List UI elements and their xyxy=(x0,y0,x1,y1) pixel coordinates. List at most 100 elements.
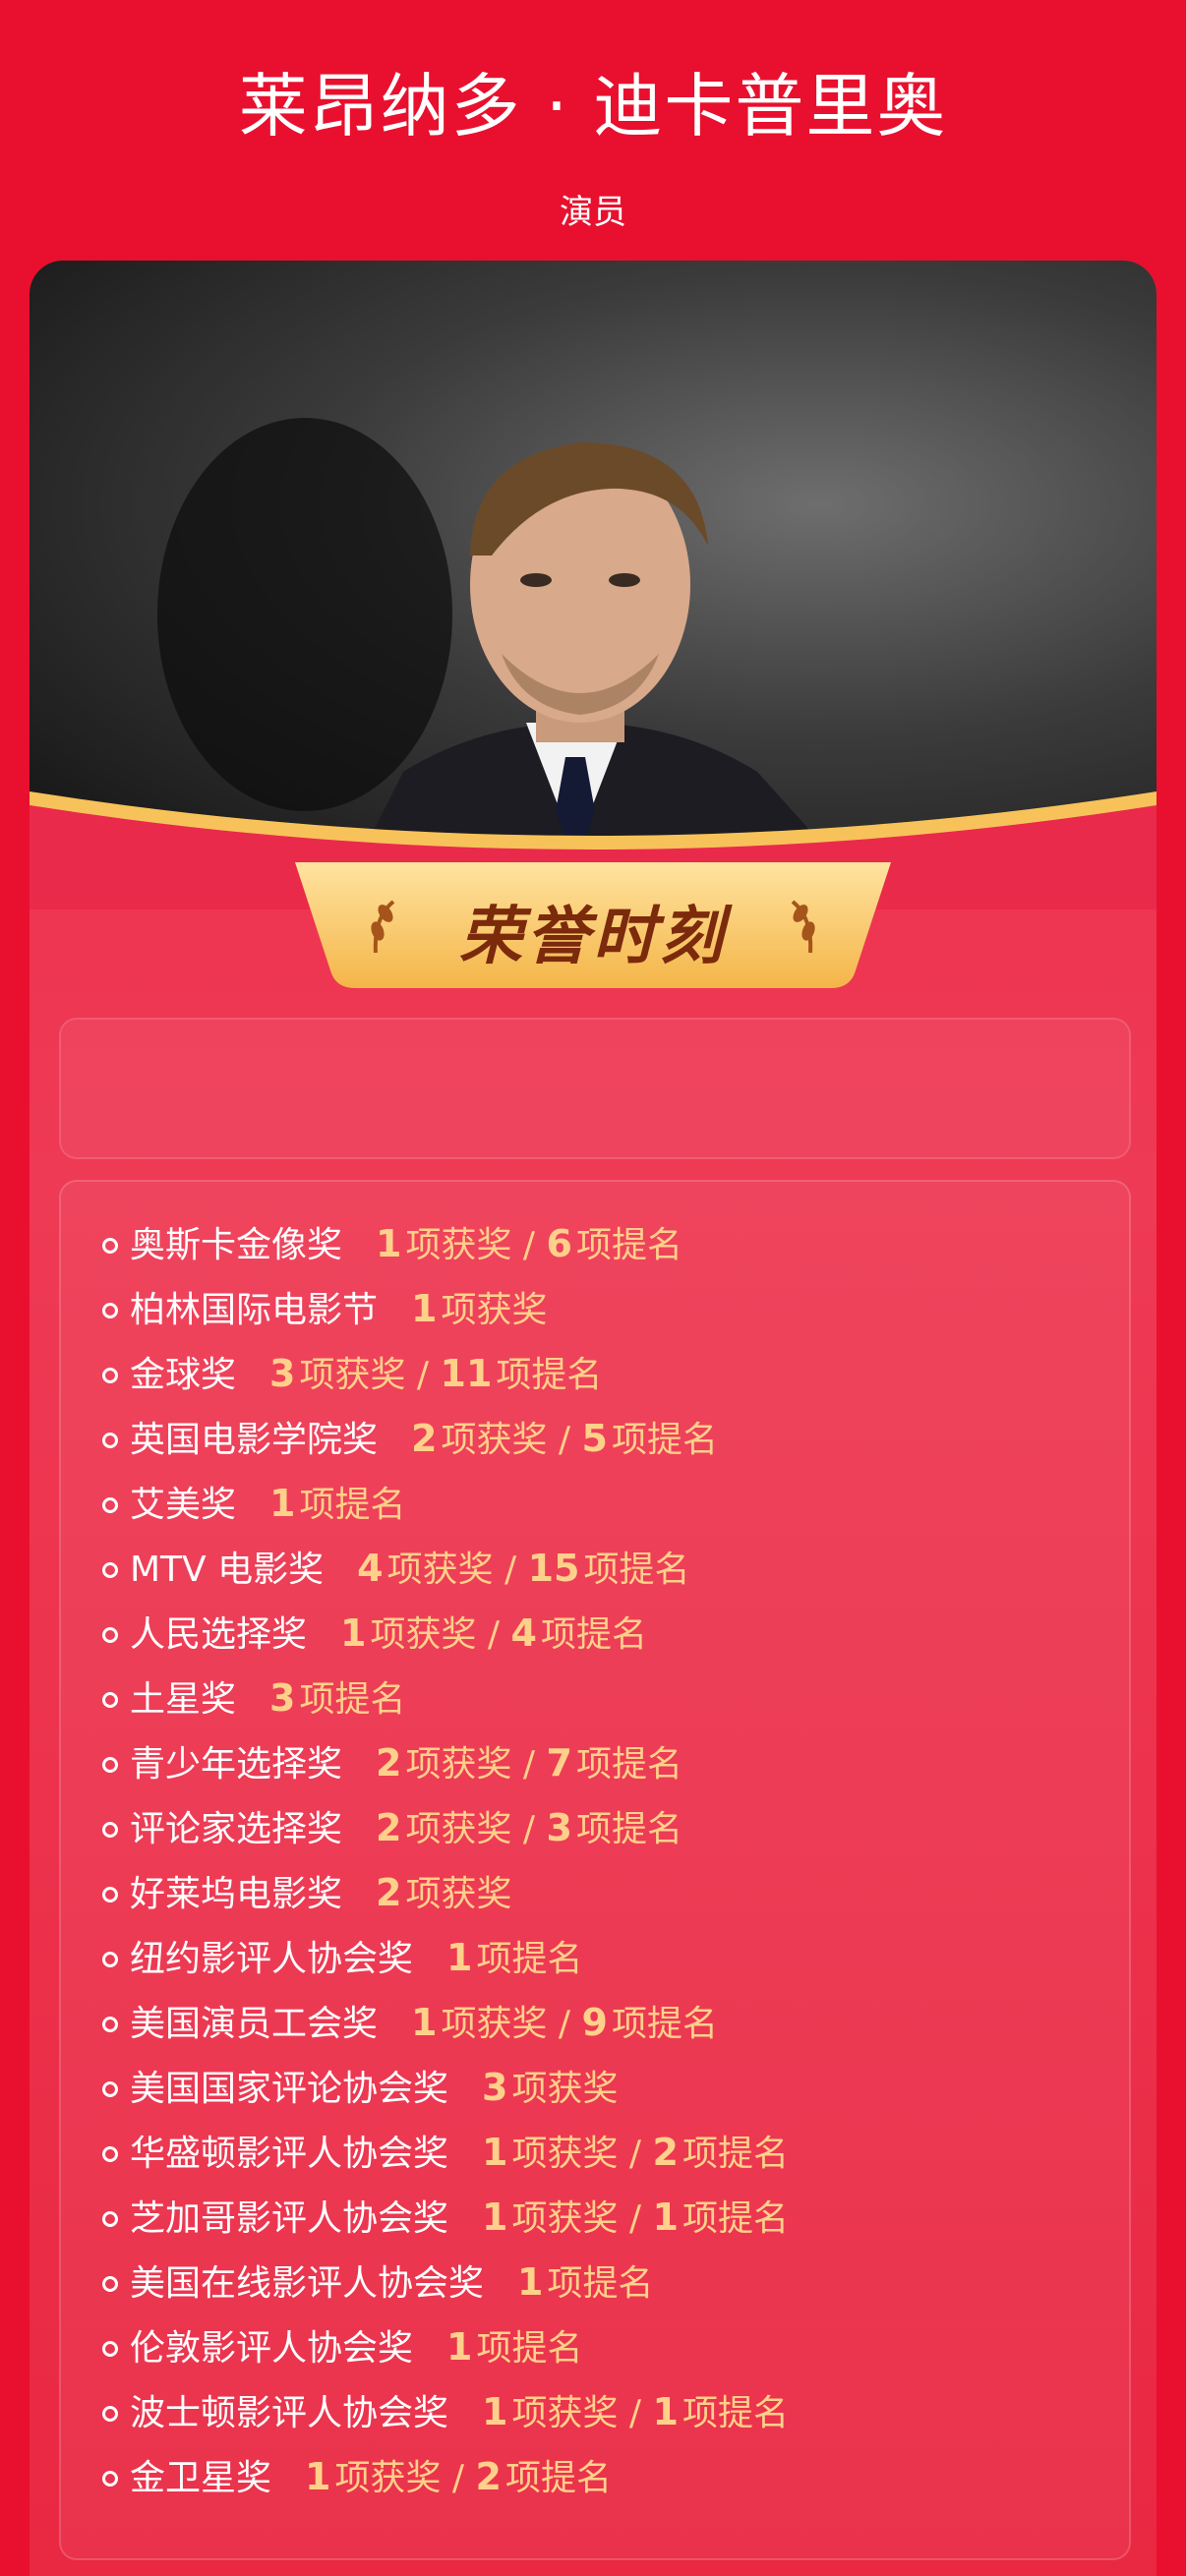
award-name: MTV 电影奖 xyxy=(130,1550,325,1590)
bullet-icon xyxy=(102,1562,118,1578)
award-row: 英国电影学院奖 2 项获奖 / 5 项提名 xyxy=(61,1406,1129,1471)
award-row: 青少年选择奖 2 项获奖 / 7 项提名 xyxy=(61,1730,1129,1795)
award-name: 金卫星奖 xyxy=(130,2458,272,2498)
award-row: 金球奖 3 项获奖 / 11 项提名 xyxy=(61,1341,1129,1406)
award-count: 1 xyxy=(446,1936,473,1979)
award-count-label: 项提名 xyxy=(547,2263,654,2304)
award-count-label: 项提名 xyxy=(682,2198,789,2239)
award-name: 英国电影学院奖 xyxy=(130,1420,379,1460)
award-count: 1 xyxy=(482,2390,508,2433)
award-count: 2 xyxy=(376,1741,402,1785)
bullet-icon xyxy=(102,2211,118,2227)
award-count-label: 项提名 xyxy=(682,2134,789,2174)
award-count: 1 xyxy=(269,1482,296,1525)
award-count: 3 xyxy=(546,1806,572,1849)
award-count-label: 项提名 xyxy=(611,1420,718,1460)
bullet-icon xyxy=(102,1952,118,1967)
award-row: 美国在线影评人协会奖 1 项提名 xyxy=(61,2250,1129,2314)
bullet-icon xyxy=(102,1303,118,1318)
award-count: 4 xyxy=(510,1611,537,1655)
award-name: 美国在线影评人协会奖 xyxy=(130,2263,485,2304)
award-row: 美国国家评论协会奖 3 项获奖 xyxy=(61,2055,1129,2120)
award-name: 评论家选择奖 xyxy=(130,1809,343,1849)
award-row: 美国演员工会奖 1 项获奖 / 9 项提名 xyxy=(61,1990,1129,2055)
stat-separator: / xyxy=(547,1420,582,1460)
stat-separator: / xyxy=(547,2004,582,2044)
stat-separator: / xyxy=(476,1614,511,1655)
award-name: 华盛顿影评人协会奖 xyxy=(130,2134,449,2174)
award-count-label: 项获奖 xyxy=(441,1290,548,1330)
award-count-label: 项获奖 xyxy=(441,2004,548,2044)
award-row: 波士顿影评人协会奖 1 项获奖 / 1 项提名 xyxy=(61,2379,1129,2444)
award-row: 艾美奖 1 项提名 xyxy=(61,1471,1129,1536)
award-name: 波士顿影评人协会奖 xyxy=(130,2393,449,2433)
award-row: 金卫星奖 1 项获奖 / 2 项提名 xyxy=(61,2444,1129,2509)
awards-panel: 奥斯卡金像奖 1 项获奖 / 6 项提名 柏林国际电影节 1 项获奖 金球奖 3 项获奖 / 11… xyxy=(59,1180,1131,2560)
award-count: 1 xyxy=(305,2455,331,2498)
award-count: 1 xyxy=(482,2131,508,2174)
award-count: 1 xyxy=(376,1222,402,1265)
award-name: 美国国家评论协会奖 xyxy=(130,2069,449,2109)
bullet-icon xyxy=(102,1368,118,1383)
bullet-icon xyxy=(102,1238,118,1254)
award-count-label: 项获奖 xyxy=(405,1744,512,1785)
bullet-icon xyxy=(102,2406,118,2422)
laurel-right-icon xyxy=(791,900,815,954)
award-count: 1 xyxy=(340,1611,367,1655)
bullet-icon xyxy=(102,2341,118,2357)
award-count: 6 xyxy=(546,1222,572,1265)
award-row: 柏林国际电影节 1 项获奖 xyxy=(61,1276,1129,1341)
award-count: 11 xyxy=(440,1352,493,1395)
bullet-icon xyxy=(102,1887,118,1903)
bullet-icon xyxy=(102,2017,118,2032)
award-count: 1 xyxy=(482,2195,508,2239)
award-name: 奥斯卡金像奖 xyxy=(130,1225,343,1265)
award-count-label: 项提名 xyxy=(299,1679,406,1720)
award-count-label: 项提名 xyxy=(299,1485,406,1525)
award-count: 2 xyxy=(652,2131,679,2174)
award-count-label: 项提名 xyxy=(575,1744,682,1785)
award-count-label: 项获奖 xyxy=(405,1874,512,1914)
award-name: 美国演员工会奖 xyxy=(130,2004,379,2044)
award-count-label: 项获奖 xyxy=(386,1550,494,1590)
award-count: 1 xyxy=(446,2325,473,2369)
bullet-icon xyxy=(102,2146,118,2162)
award-count: 4 xyxy=(357,1547,384,1590)
award-count-label: 项提名 xyxy=(583,1550,690,1590)
award-count: 2 xyxy=(475,2455,502,2498)
award-row: 人民选择奖 1 项获奖 / 4 项提名 xyxy=(61,1601,1129,1666)
bullet-icon xyxy=(102,1822,118,1838)
stat-separator: / xyxy=(493,1550,528,1590)
award-name: 柏林国际电影节 xyxy=(130,1290,379,1330)
award-name: 青少年选择奖 xyxy=(130,1744,343,1785)
award-count-label: 项提名 xyxy=(682,2393,789,2433)
stat-separator: / xyxy=(618,2134,653,2174)
award-count: 2 xyxy=(376,1806,402,1849)
award-count: 9 xyxy=(581,2001,608,2044)
award-count-label: 项提名 xyxy=(504,2458,612,2498)
award-row: 纽约影评人协会奖 1 项提名 xyxy=(61,1925,1129,1990)
award-count-label: 项获奖 xyxy=(511,2134,619,2174)
page-subtitle: 演员 xyxy=(560,193,626,232)
award-count: 3 xyxy=(269,1676,296,1720)
stat-separator: / xyxy=(511,1225,547,1265)
award-count: 1 xyxy=(517,2260,544,2304)
award-count-label: 项获奖 xyxy=(511,2393,619,2433)
award-count-label: 项提名 xyxy=(611,2004,718,2044)
award-count: 1 xyxy=(652,2390,679,2433)
award-row: 伦敦影评人协会奖 1 项提名 xyxy=(61,2314,1129,2379)
award-count: 1 xyxy=(411,2001,438,2044)
award-count: 2 xyxy=(376,1871,402,1914)
award-count-label: 项获奖 xyxy=(405,1809,512,1849)
award-count: 5 xyxy=(581,1417,608,1460)
blurred-info-panel xyxy=(59,1018,1131,1159)
bullet-icon xyxy=(102,1692,118,1708)
bullet-icon xyxy=(102,1627,118,1643)
award-row: 评论家选择奖 2 项获奖 / 3 项提名 xyxy=(61,1795,1129,1860)
award-count-label: 项获奖 xyxy=(405,1225,512,1265)
page-title: 莱昂纳多 · 迪卡普里奥 xyxy=(238,66,948,146)
award-row: 好莱坞电影奖 2 项获奖 xyxy=(61,1860,1129,1925)
award-count-label: 项获奖 xyxy=(511,2198,619,2239)
award-name: 伦敦影评人协会奖 xyxy=(130,2328,414,2369)
stat-separator: / xyxy=(618,2393,653,2433)
